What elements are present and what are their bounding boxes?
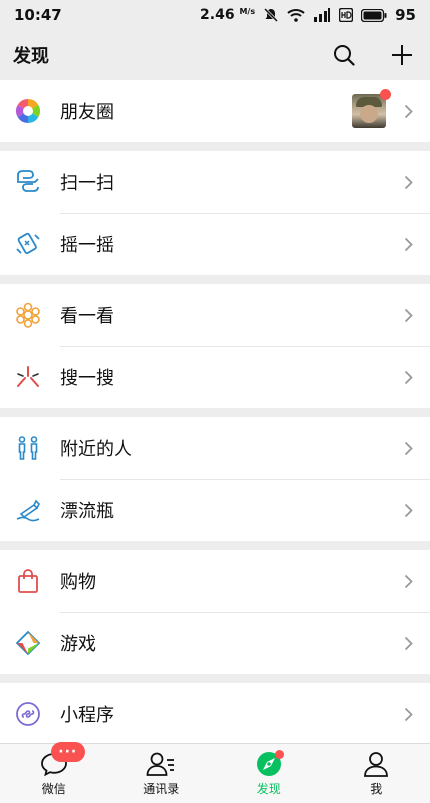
tab-discover[interactable]: 发现 xyxy=(215,744,323,803)
network-speed: 2.46 xyxy=(200,7,235,23)
row-label-scan: 扫一扫 xyxy=(60,173,114,194)
header-actions xyxy=(330,41,416,69)
unread-badge: ··· xyxy=(50,742,85,762)
row-label-drift-bottle: 漂流瓶 xyxy=(60,501,114,522)
mini-programs-icon xyxy=(14,700,42,728)
row-moments[interactable]: 朋友圈 xyxy=(0,80,430,142)
row-people-nearby[interactable]: 附近的人 xyxy=(0,417,430,479)
discover-new-dot xyxy=(274,750,284,759)
row-games[interactable]: 游戏 xyxy=(0,612,430,674)
chevron-right-icon xyxy=(402,573,414,589)
row-mini-programs[interactable]: 小程序 xyxy=(0,683,430,745)
chevron-right-icon xyxy=(402,307,414,323)
row-label-top-stories: 看一看 xyxy=(60,306,114,327)
group-nearby-bottle: 附近的人 漂流瓶 xyxy=(0,417,430,541)
row-label-mini-programs: 小程序 xyxy=(60,705,114,726)
row-label-search: 搜一搜 xyxy=(60,368,114,389)
me-icon xyxy=(364,752,389,777)
tab-label-contacts: 通讯录 xyxy=(143,782,180,796)
row-label-moments: 朋友圈 xyxy=(60,102,114,123)
drift-bottle-icon xyxy=(14,496,42,524)
row-scan[interactable]: 扫一扫 xyxy=(0,151,430,213)
status-bar: 10:47 2.46 M/s 95 xyxy=(0,0,430,30)
tab-contacts[interactable]: 通讯录 xyxy=(108,744,216,803)
battery-level: 95 xyxy=(395,6,416,24)
row-label-shopping: 购物 xyxy=(60,572,96,593)
header: 发现 xyxy=(0,30,430,80)
tab-me[interactable]: 我 xyxy=(323,744,430,803)
row-shake[interactable]: 摇一摇 xyxy=(0,213,430,275)
row-drift-bottle[interactable]: 漂流瓶 xyxy=(0,479,430,541)
games-icon xyxy=(14,629,42,657)
group-moments: 朋友圈 xyxy=(0,80,430,142)
signal-icon xyxy=(313,8,331,22)
discover-list: 朋友圈 扫一扫 摇一摇 看一看 搜一搜 附近的人 漂流瓶 购物 游戏 小程序 xyxy=(0,80,430,754)
row-search[interactable]: 搜一搜 xyxy=(0,346,430,408)
wifi-icon xyxy=(287,8,305,22)
tab-label-chats: 微信 xyxy=(41,782,66,796)
chevron-right-icon xyxy=(402,174,414,190)
battery-icon xyxy=(361,8,387,22)
chevron-right-icon xyxy=(402,635,414,651)
row-label-people-nearby: 附近的人 xyxy=(60,439,132,460)
network-speed-unit: M/s xyxy=(239,7,256,16)
add-button[interactable] xyxy=(388,41,416,69)
contacts-icon xyxy=(146,752,175,776)
new-moments-dot xyxy=(380,89,391,100)
search-button[interactable] xyxy=(330,41,358,69)
row-top-stories[interactable]: 看一看 xyxy=(0,284,430,346)
mute-icon xyxy=(263,7,279,23)
tab-chats[interactable]: ··· 微信 xyxy=(0,742,108,803)
moments-icon xyxy=(14,97,42,125)
search-icon xyxy=(14,363,42,391)
row-label-games: 游戏 xyxy=(60,634,96,655)
chevron-right-icon xyxy=(402,103,414,119)
plus-icon xyxy=(392,45,412,65)
status-time: 10:47 xyxy=(14,6,62,24)
shake-icon xyxy=(14,230,42,258)
page-title: 发现 xyxy=(13,46,49,67)
hd-icon xyxy=(339,8,354,22)
bottom-tab-bar: ··· 微信 通讯录 发现 我 xyxy=(0,742,430,803)
tab-label-discover: 发现 xyxy=(256,782,281,796)
row-shopping[interactable]: 购物 xyxy=(0,550,430,612)
tab-label-me: 我 xyxy=(370,782,383,796)
search-icon xyxy=(334,45,355,66)
shopping-bag-icon xyxy=(14,567,42,595)
group-stories-search: 看一看 搜一搜 xyxy=(0,284,430,408)
chevron-right-icon xyxy=(402,706,414,722)
people-nearby-icon xyxy=(14,434,42,462)
chevron-right-icon xyxy=(402,236,414,252)
chevron-right-icon xyxy=(402,369,414,385)
group-scan-shake: 扫一扫 摇一摇 xyxy=(0,151,430,275)
moments-latest-avatar xyxy=(352,89,391,128)
scan-icon xyxy=(14,168,42,196)
status-indicators: 2.46 M/s 95 xyxy=(200,6,416,24)
top-stories-icon xyxy=(14,301,42,329)
row-label-shake: 摇一摇 xyxy=(60,235,114,256)
group-shopping-games: 购物 游戏 xyxy=(0,550,430,674)
chevron-right-icon xyxy=(402,440,414,456)
group-mini-programs: 小程序 xyxy=(0,683,430,745)
chevron-right-icon xyxy=(402,502,414,518)
